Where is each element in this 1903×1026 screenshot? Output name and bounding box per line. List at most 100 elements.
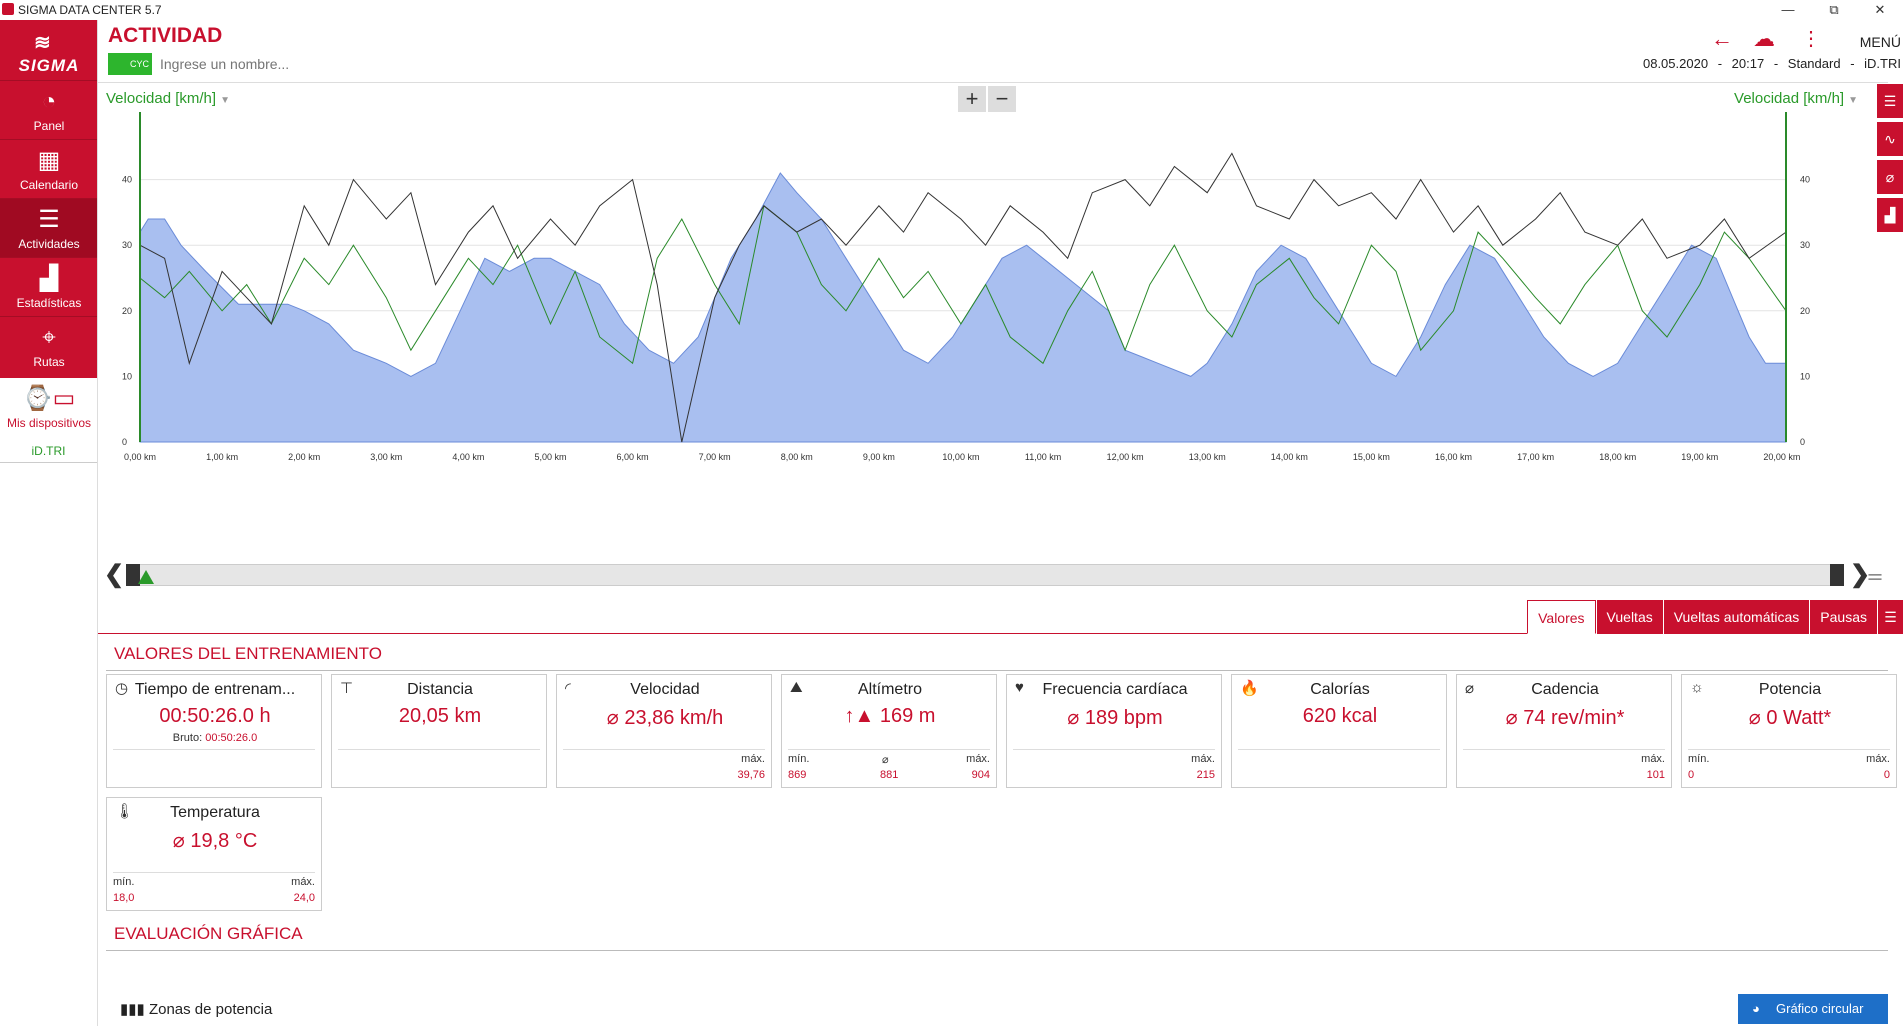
- max-label: máx.: [1866, 753, 1890, 765]
- x-tick-label: 18,00 km: [1599, 452, 1636, 462]
- y-tick-label-right: 40: [1800, 175, 1810, 185]
- graph-section-title: EVALUACIÓN GRÁFICA: [114, 924, 303, 943]
- y-tick-label-right: 10: [1800, 371, 1810, 381]
- minimize-button[interactable]: —: [1765, 0, 1811, 20]
- timeline-scrubber[interactable]: ❮ ❯ ＝: [98, 560, 1888, 590]
- average-icon[interactable]: ⌀: [1877, 160, 1903, 194]
- zones-label-text: Zonas de potencia: [148, 1001, 273, 1018]
- sidebar-item-estadisticas[interactable]: ▟ Estadísticas: [0, 257, 97, 316]
- x-tick-label: 4,00 km: [452, 452, 484, 462]
- chart-tools: ☰ ∿ ⌀ ▟: [1877, 84, 1903, 236]
- values-cards: ◷ Tiempo de entrenam... 00:50:26.0 h Bru…: [106, 674, 1897, 911]
- activity-chart: Velocidad [km/h] ▼ Velocidad [km/h] ▼ + − …: [98, 84, 1888, 544]
- scrubber-right-handle[interactable]: [1830, 564, 1844, 586]
- cloud-sync-icon[interactable]: ☁: [1753, 26, 1775, 52]
- sidebar-item-actividades[interactable]: ☰ Actividades: [0, 198, 97, 257]
- menu-button[interactable]: MENÚ: [1860, 34, 1901, 50]
- list-icon: ☰: [38, 206, 60, 233]
- divider: [1463, 749, 1665, 750]
- x-tick-label: 6,00 km: [617, 452, 649, 462]
- x-tick-label: 2,00 km: [288, 452, 320, 462]
- list-view-icon[interactable]: ☰: [1877, 84, 1903, 118]
- power-zones-label[interactable]: ▮▮▮ Zonas de potencia: [120, 1000, 272, 1018]
- x-tick-label: 3,00 km: [370, 452, 402, 462]
- main-content: ACTIVIDAD CYC ← ☁ ⋮ MENÚ 08.05.2020 - 20…: [98, 20, 1903, 1026]
- card-cadence: ⌀ Cadencia ⌀ 74 rev/min* máx. 101: [1456, 674, 1672, 788]
- menu-dots-icon[interactable]: ⋮: [1801, 26, 1821, 51]
- card-altimeter: ⛰ Altímetro ↑▲ 169 m mín. 869 ⌀ 881 máx.…: [781, 674, 997, 788]
- sidebar-item-label: Actividades: [18, 237, 80, 251]
- card-value: 620 kcal: [1302, 705, 1378, 727]
- x-tick-label: 20,00 km: [1763, 452, 1800, 462]
- meta-separator: -: [1717, 56, 1723, 71]
- activity-name-input[interactable]: [160, 53, 560, 75]
- max-label: máx.: [1191, 753, 1215, 765]
- card-value: ⌀ 23,86 km/h: [606, 707, 724, 729]
- back-arrow-icon[interactable]: ←: [1711, 26, 1733, 52]
- list-options-icon[interactable]: ☰: [1877, 600, 1903, 634]
- card-value: 20,05 km: [398, 705, 482, 727]
- card-subvalue: Bruto: 00:50:26.0: [107, 732, 323, 744]
- sidebar-item-rutas[interactable]: ⌖ Rutas: [0, 316, 97, 375]
- position-marker-icon[interactable]: [138, 570, 154, 584]
- card-power: ☼ Potencia ⌀ 0 Watt* mín. 0 máx. 0: [1681, 674, 1897, 788]
- sidebar-item-label: Rutas: [33, 355, 65, 369]
- scrubber-track[interactable]: [136, 564, 1830, 586]
- card-temperature: 🌡 Temperatura ⌀ 19,8 °C mín. 18,0 máx. 2…: [106, 797, 322, 911]
- card-speed: ◜ Velocidad ⌀ 23,86 km/h máx. 39,76: [556, 674, 772, 788]
- max-value: 39,76: [737, 769, 765, 781]
- sidebar-item-calendario[interactable]: ▦ Calendario: [0, 139, 97, 198]
- scroll-left-icon[interactable]: ❮: [104, 560, 124, 589]
- tab-pausas[interactable]: Pausas: [1809, 600, 1877, 634]
- sport-badge-label: CYC: [129, 59, 149, 69]
- close-button[interactable]: ✕: [1857, 0, 1903, 20]
- pie-chart-button[interactable]: ◕ Gráfico circular: [1738, 994, 1888, 1024]
- divider: [338, 749, 540, 750]
- max-value: 904: [971, 769, 990, 781]
- card-title: Calorías: [1310, 681, 1370, 698]
- divider: [1013, 749, 1215, 750]
- card-value: ⌀ 0 Watt*: [1748, 707, 1832, 729]
- cycling-sport-icon[interactable]: CYC: [108, 53, 152, 75]
- max-value: 215: [1196, 769, 1215, 781]
- sidebar-item-panel[interactable]: ◔ Panel: [0, 80, 97, 139]
- bar-chart-icon[interactable]: ▟: [1877, 198, 1903, 232]
- line-chart-icon[interactable]: ∿: [1877, 122, 1903, 156]
- divider: [106, 950, 1888, 951]
- x-tick-label: 11,00 km: [1025, 452, 1061, 462]
- sub-label: Bruto:: [172, 732, 203, 744]
- sidebar-item-label: Calendario: [19, 178, 79, 192]
- tab-vueltas-automaticas[interactable]: Vueltas automáticas: [1662, 600, 1810, 634]
- speed-chart-svg[interactable]: 0 0 10 10 20 20 30 30 40 40 0,00 km 1,00 km 2,00 km 3…: [98, 84, 1888, 544]
- sidebar-item-devices[interactable]: ⌚▭ Mis dispositivos: [0, 375, 97, 439]
- y-tick-label-left: 20: [122, 306, 132, 316]
- tab-vueltas[interactable]: Vueltas: [1595, 600, 1663, 634]
- tab-valores[interactable]: Valores: [1527, 600, 1596, 634]
- divider: [563, 749, 765, 750]
- divider: [98, 82, 1888, 83]
- y-tick-label-left: 10: [122, 371, 132, 381]
- max-label: máx.: [966, 753, 990, 765]
- sidebar-item-label: Panel: [33, 119, 65, 133]
- header-actions: ← ☁ ⋮ MENÚ: [1661, 24, 1901, 54]
- speed-area-series: [139, 172, 1787, 443]
- activity-meta: 08.05.2020 - 20:17 - Standard - iD.TRI: [1637, 56, 1901, 71]
- device-item[interactable]: iD.TRI: [0, 439, 97, 463]
- card-title: Tiempo de entrenam...: [134, 681, 296, 698]
- x-tick-label: 0,00 km: [124, 452, 156, 462]
- restore-button[interactable]: ⧉: [1811, 0, 1857, 20]
- avg-value: 881: [880, 769, 899, 781]
- x-tick-label: 19,00 km: [1681, 452, 1718, 462]
- card-value: ⌀ 19,8 °C: [172, 830, 258, 852]
- divider: [113, 872, 315, 873]
- x-tick-label: 1,00 km: [206, 452, 238, 462]
- sigma-logo[interactable]: ≋ SIGMA: [0, 20, 97, 80]
- sub-value: 00:50:26.0: [205, 732, 258, 744]
- y-tick-label-left: 0: [122, 437, 127, 447]
- bar-chart-icon: ▮▮▮: [120, 1001, 149, 1018]
- max-value: 0: [1883, 769, 1890, 781]
- card-value: ↑▲ 169 m: [844, 705, 936, 727]
- tab-bar: Valores Vueltas Vueltas automáticas Paus…: [98, 600, 1903, 634]
- route-icon: ⌖: [42, 324, 56, 351]
- card-title: Potencia: [1758, 681, 1822, 698]
